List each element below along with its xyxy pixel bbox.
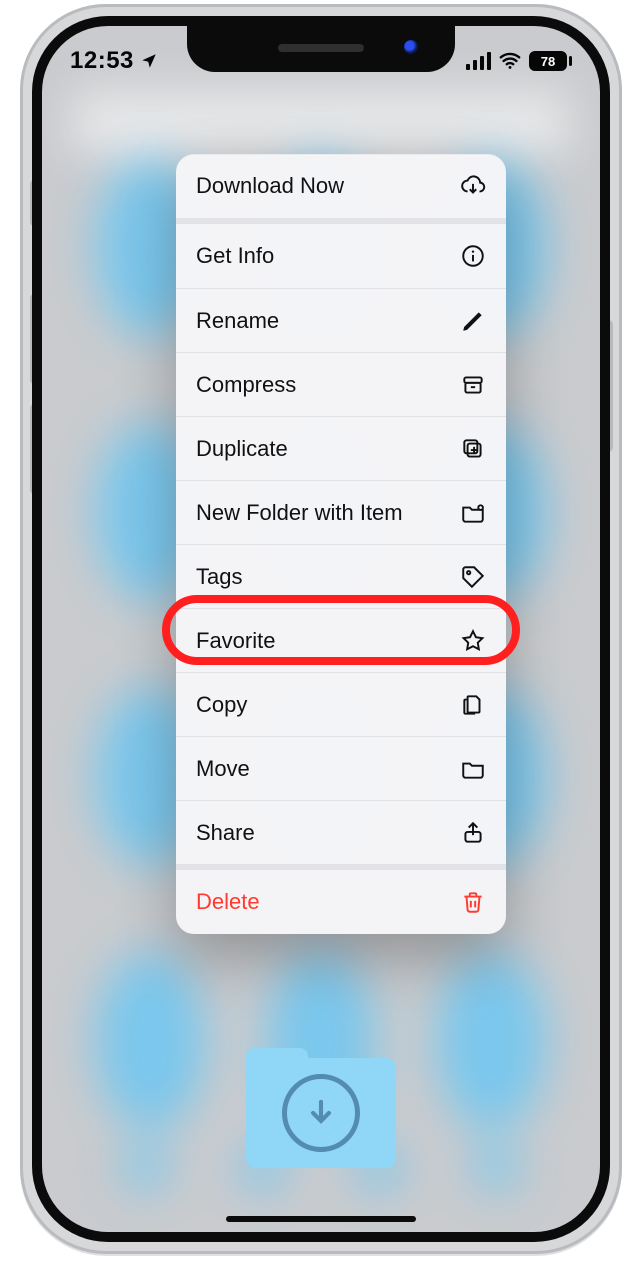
menu-item-download-now[interactable]: Download Now xyxy=(176,154,506,218)
archive-icon xyxy=(460,372,486,398)
battery-indicator: 78 xyxy=(529,51,572,71)
tag-icon xyxy=(460,564,486,590)
menu-item-share[interactable]: Share xyxy=(176,800,506,864)
menu-group-destructive: Delete xyxy=(176,870,506,934)
menu-item-label: Compress xyxy=(196,372,296,398)
menu-group-download: Download Now xyxy=(176,154,506,224)
menu-item-favorite[interactable]: Favorite xyxy=(176,608,506,672)
trash-icon xyxy=(460,889,486,915)
pencil-icon xyxy=(460,308,486,334)
menu-item-rename[interactable]: Rename xyxy=(176,288,506,352)
menu-item-label: Get Info xyxy=(196,243,274,269)
cell-signal-icon xyxy=(466,52,491,70)
menu-item-get-info[interactable]: Get Info xyxy=(176,224,506,288)
menu-item-delete[interactable]: Delete xyxy=(176,870,506,934)
download-arrow-icon xyxy=(282,1074,360,1152)
menu-item-move[interactable]: Move xyxy=(176,736,506,800)
share-icon xyxy=(460,820,486,846)
status-left: 12:53 xyxy=(70,47,158,75)
status-time: 12:53 xyxy=(70,47,134,75)
new-folder-icon xyxy=(460,500,486,526)
menu-item-label: Delete xyxy=(196,889,260,915)
phone-bezel: 12:53 78 xyxy=(32,16,610,1242)
menu-item-label: Rename xyxy=(196,308,279,334)
menu-item-label: Duplicate xyxy=(196,436,288,462)
download-cloud-icon xyxy=(460,173,486,199)
info-icon xyxy=(460,243,486,269)
menu-group-actions: Get Info Rename Compress xyxy=(176,224,506,870)
menu-item-new-folder-with-item[interactable]: New Folder with Item xyxy=(176,480,506,544)
menu-item-duplicate[interactable]: Duplicate xyxy=(176,416,506,480)
screen: 12:53 78 xyxy=(42,26,600,1232)
duplicate-icon xyxy=(460,436,486,462)
menu-item-label: Copy xyxy=(196,692,247,718)
menu-item-label: Share xyxy=(196,820,255,846)
battery-percent: 78 xyxy=(529,51,567,71)
canvas: { "status": { "time": "12:53", "battery_… xyxy=(0,0,642,1274)
star-icon xyxy=(460,628,486,654)
home-indicator[interactable] xyxy=(226,1216,416,1222)
phone-frame: 12:53 78 xyxy=(20,4,622,1254)
wifi-icon xyxy=(499,50,521,72)
menu-item-label: Favorite xyxy=(196,628,275,654)
status-right: 78 xyxy=(466,50,572,72)
menu-item-copy[interactable]: Copy xyxy=(176,672,506,736)
menu-item-label: New Folder with Item xyxy=(196,500,403,526)
file-context-menu: Download Now Get Info xyxy=(176,154,506,934)
location-icon xyxy=(140,52,158,70)
status-bar: 12:53 78 xyxy=(42,40,600,82)
menu-item-label: Tags xyxy=(196,564,242,590)
menu-item-label: Download Now xyxy=(196,173,344,199)
menu-item-tags[interactable]: Tags xyxy=(176,544,506,608)
menu-item-compress[interactable]: Compress xyxy=(176,352,506,416)
menu-item-label: Move xyxy=(196,756,250,782)
selected-folder[interactable] xyxy=(246,1044,396,1170)
folder-icon xyxy=(460,756,486,782)
copy-icon xyxy=(460,692,486,718)
